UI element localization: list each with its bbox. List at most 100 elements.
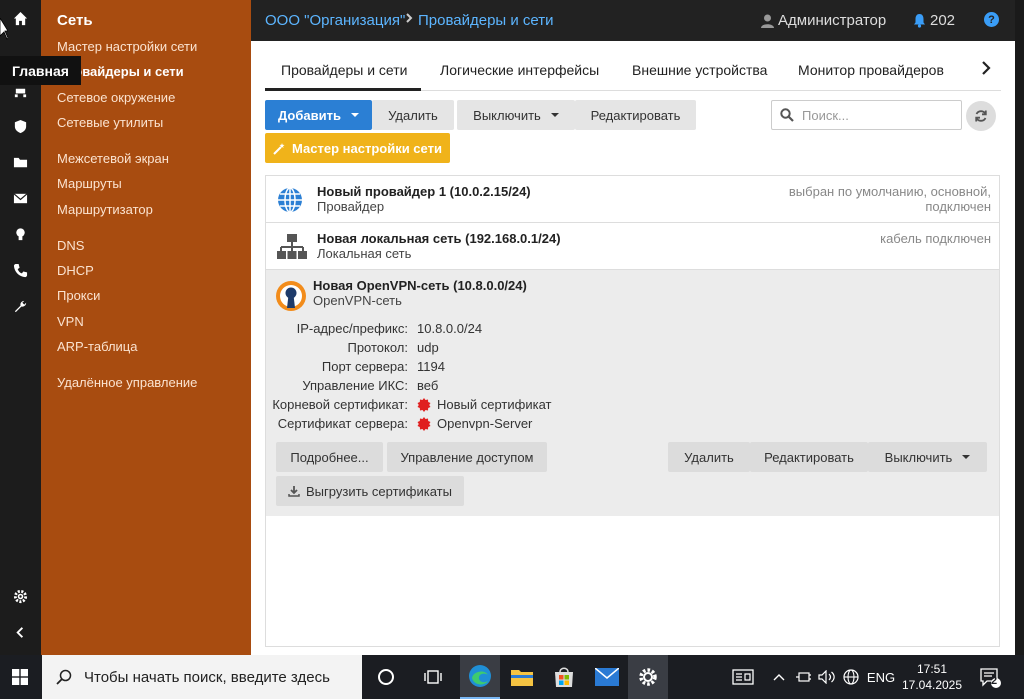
breadcrumb-org[interactable]: ООО "Организация" <box>265 12 405 29</box>
menu-item-dns[interactable]: DNS <box>57 238 84 253</box>
list-item-openvpn-selected[interactable]: Новая OpenVPN-сеть (10.8.0.0/24) OpenVPN… <box>266 270 999 516</box>
main-content: Провайдеры и сети Логические интерфейсы … <box>251 41 1015 655</box>
refresh-icon[interactable] <box>966 101 996 131</box>
openvpn-icon <box>275 280 306 311</box>
networks-list: Новый провайдер 1 (10.0.2.15/24) Провайд… <box>265 175 1000 647</box>
disable-button[interactable]: Выключить <box>457 100 575 130</box>
edge-browser-icon[interactable] <box>460 655 500 699</box>
detail-label: Сертификат сервера: <box>277 416 408 431</box>
search-box[interactable] <box>771 100 962 130</box>
certificate-seal-icon <box>417 397 431 412</box>
list-item-provider[interactable]: Новый провайдер 1 (10.0.2.15/24) Провайд… <box>266 176 999 223</box>
root-cert-name: Новый сертификат <box>437 397 552 412</box>
gear-icon[interactable] <box>0 582 41 610</box>
mail-app-icon[interactable] <box>587 655 627 699</box>
wrench-icon[interactable] <box>0 292 41 320</box>
file-explorer-icon[interactable] <box>502 655 542 699</box>
menu-item-arp[interactable]: ARP-таблица <box>57 339 137 354</box>
tab-external-devices[interactable]: Внешние устройства <box>632 62 767 78</box>
menu-item-routes[interactable]: Маршруты <box>57 176 122 191</box>
more-details-button[interactable]: Подробнее... <box>276 442 383 472</box>
wizard-button[interactable]: Мастер настройки сети <box>265 133 450 163</box>
section-title: Сеть <box>57 12 93 29</box>
language-indicator[interactable]: ENG <box>866 655 896 699</box>
breadcrumb-current[interactable]: Провайдеры и сети <box>418 12 554 29</box>
tabs-next-icon[interactable] <box>981 60 991 81</box>
menu-item-dhcp[interactable]: DHCP <box>57 263 94 278</box>
clock[interactable]: 17:51 17.04.2025 <box>900 655 964 699</box>
breadcrumb-separator-icon <box>405 12 413 27</box>
row-disable-label: Выключить <box>884 449 953 465</box>
menu-item-network-env[interactable]: Сетевое окружение <box>57 90 175 105</box>
task-view-icon[interactable] <box>413 655 453 699</box>
bell-icon <box>914 14 925 28</box>
section-menu: Сеть Мастер настройки сети Провайдеры и … <box>41 0 251 655</box>
taskbar-search-placeholder: Чтобы начать поиск, введите здесь <box>84 668 330 686</box>
settings-app-icon[interactable] <box>628 655 668 699</box>
server-cert-link[interactable]: Openvpn-Server <box>417 416 532 431</box>
row-status-line: выбран по умолчанию, основной, <box>788 184 991 199</box>
notifications-button[interactable]: 202 <box>913 12 955 29</box>
phone-icon[interactable] <box>0 256 41 284</box>
disable-button-label: Выключить <box>473 107 541 123</box>
menu-item-remote[interactable]: Удалённое управление <box>57 375 197 390</box>
menu-item-router[interactable]: Маршрутизатор <box>57 202 153 217</box>
delete-button[interactable]: Удалить <box>372 100 454 130</box>
collapse-icon[interactable] <box>0 618 41 646</box>
user-menu[interactable]: Администратор <box>761 12 886 29</box>
download-certs-label: Выгрузить сертификаты <box>306 483 452 499</box>
active-tab-indicator <box>265 88 421 91</box>
folder-icon[interactable] <box>0 148 41 176</box>
search-icon <box>56 669 72 685</box>
power-plug-icon[interactable] <box>793 655 813 699</box>
shield-icon[interactable] <box>0 112 41 140</box>
lightbulb-icon[interactable] <box>0 220 41 248</box>
search-icon <box>780 108 794 122</box>
user-icon <box>761 14 774 28</box>
add-button-label: Добавить <box>278 107 341 123</box>
menu-item-firewall[interactable]: Межсетевой экран <box>57 151 169 166</box>
row-title: Новый провайдер 1 (10.0.2.15/24) <box>317 184 531 199</box>
notifications-count: 202 <box>930 12 956 29</box>
network-tree-icon <box>276 233 307 261</box>
mouse-cursor-icon <box>0 18 8 40</box>
tab-providers[interactable]: Провайдеры и сети <box>281 62 407 78</box>
dropdown-caret-icon <box>350 113 359 117</box>
download-certs-button[interactable]: Выгрузить сертификаты <box>276 476 464 506</box>
detail-label: Порт сервера: <box>321 359 408 374</box>
cortana-icon[interactable] <box>366 655 406 699</box>
user-name: Администратор <box>778 12 887 29</box>
menu-item-net-utils[interactable]: Сетевые утилиты <box>57 115 163 130</box>
network-globe-icon[interactable] <box>841 655 861 699</box>
windows-start-icon[interactable] <box>0 655 40 699</box>
row-title: Новая локальная сеть (192.168.0.1/24) <box>317 231 561 246</box>
volume-icon[interactable] <box>817 655 837 699</box>
root-cert-link[interactable]: Новый сертификат <box>417 397 551 412</box>
tab-provider-monitor[interactable]: Монитор провайдеров <box>798 62 944 78</box>
notification-center-icon[interactable]: 2 <box>972 655 1008 699</box>
list-item-local-network[interactable]: Новая локальная сеть (192.168.0.1/24) Ло… <box>266 223 999 270</box>
server-cert-name: Openvpn-Server <box>437 416 533 431</box>
menu-item-vpn[interactable]: VPN <box>57 314 84 329</box>
search-input[interactable] <box>802 107 952 123</box>
row-subtitle: Локальная сеть <box>317 246 412 261</box>
help-icon[interactable]: ? <box>984 12 999 27</box>
taskbar-search[interactable]: Чтобы начать поиск, введите здесь <box>42 655 362 699</box>
edit-button[interactable]: Редактировать <box>575 100 696 130</box>
mail-icon[interactable] <box>0 184 41 212</box>
tab-bar: Провайдеры и сети Логические интерфейсы … <box>265 56 1001 91</box>
access-control-button[interactable]: Управление доступом <box>387 442 547 472</box>
menu-item-wizard[interactable]: Мастер настройки сети <box>57 39 197 54</box>
download-icon <box>288 486 300 497</box>
tray-expand-icon[interactable] <box>770 655 788 699</box>
add-button[interactable]: Добавить <box>265 100 372 130</box>
tab-logical-interfaces[interactable]: Логические интерфейсы <box>440 62 599 78</box>
row-disable-button[interactable]: Выключить <box>868 442 987 472</box>
row-delete-button[interactable]: Удалить <box>668 442 750 472</box>
row-title: Новая OpenVPN-сеть (10.8.0.0/24) <box>313 278 527 293</box>
top-header: ООО "Организация" Провайдеры и сети Адми… <box>251 0 1015 41</box>
store-icon[interactable] <box>544 655 584 699</box>
row-edit-button[interactable]: Редактировать <box>750 442 868 472</box>
menu-item-proxy[interactable]: Прокси <box>57 288 100 303</box>
news-widget-icon[interactable] <box>728 655 758 699</box>
